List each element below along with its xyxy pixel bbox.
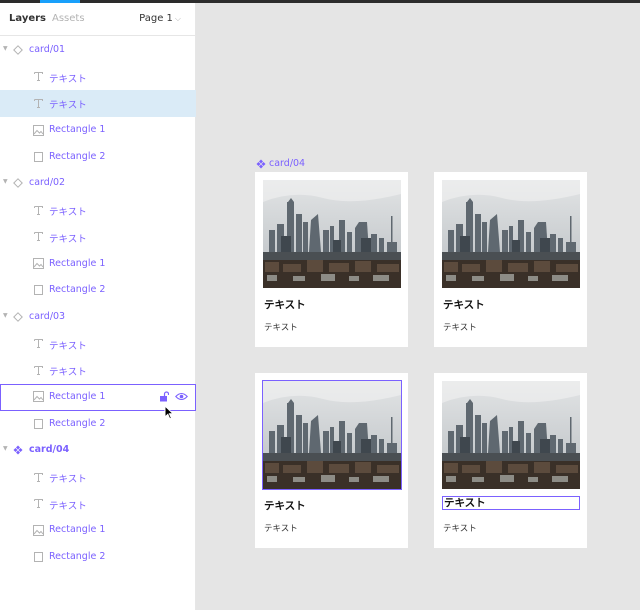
layer-row[interactable]: テキスト xyxy=(0,224,196,251)
layer-label: card/03 xyxy=(29,310,66,322)
card-body-text[interactable]: テキスト xyxy=(264,522,298,534)
tab-layers[interactable]: Layers xyxy=(9,13,46,24)
eye-icon[interactable] xyxy=(175,391,188,402)
layer-label: Rectangle 1 xyxy=(49,390,106,402)
text-t-icon xyxy=(31,470,45,484)
layer-row[interactable]: Rectangle 1 xyxy=(0,117,196,144)
layer-row[interactable]: テキスト xyxy=(0,197,196,224)
layer-list: ▼ card/01 テキスト テキスト Rectangle 1 Rectangle 2 ▼ c… xyxy=(0,37,196,571)
mouse-cursor-icon xyxy=(164,405,174,420)
caret-down-icon[interactable]: ▼ xyxy=(3,445,8,452)
layer-row[interactable]: ▼ card/01 xyxy=(0,37,196,64)
layer-row[interactable]: テキスト xyxy=(0,491,196,518)
city-skyline-image xyxy=(442,381,580,489)
frame-label-text: card/04 xyxy=(269,158,306,169)
component-master-icon xyxy=(256,159,266,168)
rectangle-icon xyxy=(31,150,45,164)
layer-label: テキスト xyxy=(49,367,87,379)
image-icon xyxy=(31,123,45,137)
rectangle-icon xyxy=(31,417,45,431)
city-skyline-image xyxy=(442,180,580,288)
layer-actions xyxy=(159,391,188,402)
image-icon xyxy=(31,523,45,537)
layer-label: Rectangle 2 xyxy=(49,551,106,563)
card[interactable]: テキスト テキスト xyxy=(434,373,587,548)
card-body-text[interactable]: テキスト xyxy=(443,522,477,534)
city-skyline-image xyxy=(263,180,401,288)
layer-row[interactable]: テキスト xyxy=(0,331,196,358)
card[interactable]: テキスト テキスト xyxy=(255,172,408,347)
layer-row[interactable]: Rectangle 1 xyxy=(0,251,196,278)
rectangle-icon xyxy=(31,550,45,564)
layer-label: Rectangle 1 xyxy=(49,257,106,269)
card-title[interactable]: テキスト xyxy=(264,297,306,312)
layer-row[interactable]: Rectangle 2 xyxy=(0,277,196,304)
card-image[interactable] xyxy=(263,180,401,288)
layer-label: テキスト xyxy=(49,100,87,112)
caret-down-icon[interactable]: ▼ xyxy=(3,312,8,319)
layer-label: Rectangle 2 xyxy=(49,150,106,162)
caret-down-icon[interactable]: ▼ xyxy=(3,178,8,185)
diamond-outline-icon xyxy=(11,310,25,324)
card[interactable]: テキスト テキスト xyxy=(434,172,587,347)
layers-panel: Layers Assets Page 1 ⌵ ▼ card/01 テキスト テキスト Re… xyxy=(0,3,196,610)
text-t-icon xyxy=(31,363,45,377)
caret-down-icon[interactable]: ▼ xyxy=(3,45,8,52)
layer-label: Rectangle 2 xyxy=(49,417,106,429)
page-name: Page 1 xyxy=(139,13,173,24)
layer-label: テキスト xyxy=(49,474,87,485)
text-t-icon xyxy=(31,96,45,110)
image-icon xyxy=(31,390,45,404)
card-image[interactable] xyxy=(442,180,580,288)
component-master-icon xyxy=(11,443,25,457)
card-title[interactable]: テキスト xyxy=(443,297,485,312)
layer-label: card/02 xyxy=(29,177,66,189)
unlock-icon[interactable] xyxy=(159,391,169,402)
panel-tabs: Layers Assets Page 1 ⌵ xyxy=(0,3,195,36)
tab-assets[interactable]: Assets xyxy=(52,13,85,24)
layer-row[interactable]: テキスト xyxy=(0,90,196,118)
image-icon xyxy=(31,257,45,271)
layer-label: テキスト xyxy=(49,233,87,245)
city-skyline-image xyxy=(263,381,401,489)
diamond-outline-icon xyxy=(11,176,25,190)
text-t-icon xyxy=(31,337,45,351)
layer-row[interactable]: ▼ card/02 xyxy=(0,170,196,197)
layer-label: Rectangle 2 xyxy=(49,284,106,296)
layer-label: テキスト xyxy=(49,340,87,352)
layer-row[interactable]: Rectangle 2 xyxy=(0,544,196,571)
layer-label: card/04 xyxy=(29,444,70,456)
layer-label: テキスト xyxy=(49,207,87,219)
card-title[interactable]: テキスト xyxy=(264,498,306,513)
card-title[interactable]: テキスト xyxy=(442,496,580,510)
layer-label: Rectangle 1 xyxy=(49,124,106,136)
card-image[interactable] xyxy=(262,380,402,490)
layer-row[interactable]: Rectangle 2 xyxy=(0,144,196,171)
layer-row[interactable]: ▼ card/04 xyxy=(0,437,196,464)
card-image[interactable] xyxy=(442,381,580,489)
layer-label: テキスト xyxy=(49,73,87,85)
layer-label: card/01 xyxy=(29,44,66,55)
diamond-outline-icon xyxy=(11,43,25,57)
text-t-icon xyxy=(31,497,45,511)
card-body-text[interactable]: テキスト xyxy=(443,321,477,333)
text-t-icon xyxy=(31,70,45,84)
layer-row[interactable]: ▼ card/03 xyxy=(0,304,196,331)
rectangle-icon xyxy=(31,283,45,297)
layer-label: テキスト xyxy=(49,500,87,512)
layer-row[interactable]: テキスト xyxy=(0,464,196,491)
layer-row[interactable]: Rectangle 1 xyxy=(0,517,196,544)
frame-label[interactable]: card/04 xyxy=(256,158,305,169)
page-selector[interactable]: Page 1 ⌵ xyxy=(139,13,181,24)
text-t-icon xyxy=(31,203,45,217)
layer-label: Rectangle 1 xyxy=(49,524,106,536)
text-t-icon xyxy=(31,230,45,244)
layer-row[interactable]: テキスト xyxy=(0,357,196,384)
card-body-text[interactable]: テキスト xyxy=(264,321,298,333)
card[interactable]: テキスト テキスト xyxy=(255,373,408,548)
layer-row[interactable]: テキスト xyxy=(0,64,196,91)
chevron-down-icon: ⌵ xyxy=(174,14,181,23)
